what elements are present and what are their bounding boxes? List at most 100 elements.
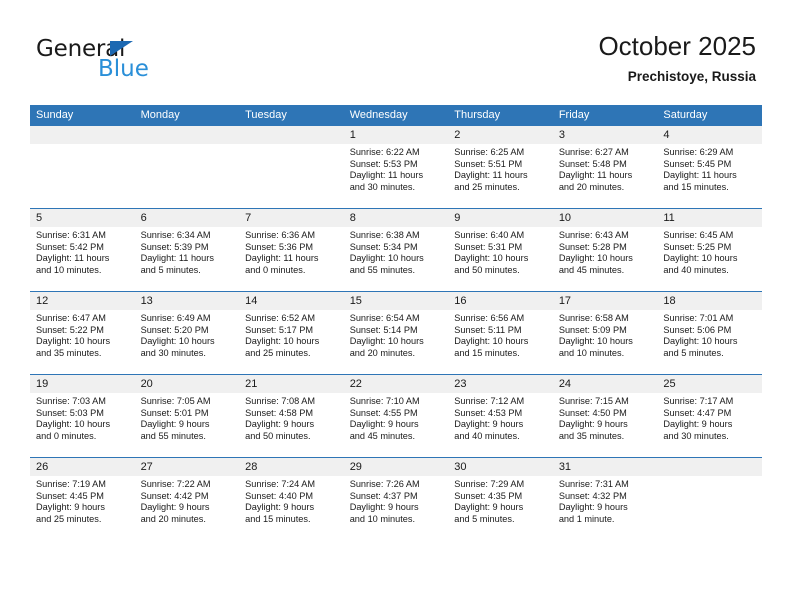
sunrise-text: Sunrise: 6:40 AM	[454, 230, 525, 240]
sunrise-text: Sunrise: 6:56 AM	[454, 313, 525, 323]
day-cell: 6 Sunrise: 6:34 AM Sunset: 5:39 PM Daylight…	[134, 208, 240, 292]
daylight-text-line1: Daylight: 10 hours	[558, 253, 633, 264]
day-cell: 12 Sunrise: 6:47 AM Sunset: 5:22 PM Dayligh…	[30, 291, 135, 375]
daylight-text-line2: and 30 minutes.	[663, 430, 729, 441]
daylight-text-line2: and 10 minutes.	[349, 513, 416, 524]
daylight-text-line2: and 20 minutes.	[349, 347, 416, 358]
day-details: Sunrise: 6:43 AM Sunset: 5:28 PM Daylight:…	[553, 227, 658, 276]
day-number: 11	[657, 209, 762, 227]
day-cell: 9 Sunrise: 6:40 AM Sunset: 5:31 PM Daylight…	[448, 208, 553, 292]
daylight-text-line2: and 40 minutes.	[663, 264, 729, 275]
sunrise-text: Sunrise: 7:12 AM	[454, 396, 525, 406]
day-details: Sunrise: 7:17 AM Sunset: 4:47 PM Daylight:…	[657, 393, 762, 442]
sunrise-text: Sunrise: 7:10 AM	[349, 396, 420, 406]
day-number: 21	[239, 375, 344, 393]
day-details: Sunrise: 7:15 AM Sunset: 4:50 PM Daylight:…	[553, 393, 658, 442]
daylight-text-line1: Daylight: 10 hours	[349, 253, 424, 264]
day-number	[657, 458, 762, 476]
daylight-text-line1: Daylight: 10 hours	[663, 336, 738, 347]
daylight-text-line1: Daylight: 9 hours	[36, 502, 105, 513]
day-cell: 5 Sunrise: 6:31 AM Sunset: 5:42 PM Daylight…	[30, 208, 135, 292]
sunset-text: Sunset: 5:51 PM	[454, 158, 523, 169]
day-details: Sunrise: 7:01 AM Sunset: 5:06 PM Daylight:…	[657, 310, 762, 359]
daylight-text-line1: Daylight: 10 hours	[140, 336, 215, 347]
day-cell: 4 Sunrise: 6:29 AM Sunset: 5:45 PM Daylight…	[657, 126, 762, 209]
sunset-text: Sunset: 4:42 PM	[140, 490, 209, 501]
sunset-text: Sunset: 5:25 PM	[663, 241, 732, 252]
title-block: October 2025 Prechistoye, Russia	[598, 30, 756, 87]
weekday-header-thursday: Thursday	[448, 105, 553, 126]
sunset-text: Sunset: 5:34 PM	[349, 241, 418, 252]
day-cell: 16 Sunrise: 6:56 AM Sunset: 5:11 PM Dayligh…	[448, 291, 553, 375]
day-number: 29	[343, 458, 449, 476]
general-blue-logo[interactable]: General Blue	[36, 36, 236, 88]
sunrise-text: Sunrise: 7:26 AM	[349, 479, 420, 489]
day-number: 13	[134, 292, 240, 310]
daylight-text-line2: and 5 minutes.	[663, 347, 724, 358]
sunset-text: Sunset: 5:09 PM	[558, 324, 627, 335]
daylight-text-line1: Daylight: 9 hours	[454, 419, 524, 430]
daylight-text-line1: Daylight: 9 hours	[558, 502, 628, 513]
daylight-text-line2: and 50 minutes.	[245, 430, 311, 441]
day-number: 25	[657, 375, 762, 393]
calendar-page: General Blue October 2025 Prechistoye, R…	[0, 0, 792, 612]
sunset-text: Sunset: 5:22 PM	[36, 324, 104, 335]
daylight-text-line1: Daylight: 9 hours	[349, 419, 419, 430]
day-cell: 19 Sunrise: 7:03 AM Sunset: 5:03 PM Dayligh…	[30, 374, 135, 458]
day-cell: 11 Sunrise: 6:45 AM Sunset: 5:25 PM Dayligh…	[657, 208, 762, 292]
daylight-text-line2: and 55 minutes.	[349, 264, 416, 275]
day-cell: 21 Sunrise: 7:08 AM Sunset: 4:58 PM Dayligh…	[239, 374, 344, 458]
sunrise-text: Sunrise: 6:49 AM	[140, 313, 211, 323]
day-details: Sunrise: 7:12 AM Sunset: 4:53 PM Daylight:…	[448, 393, 553, 442]
sunset-text: Sunset: 4:37 PM	[349, 490, 418, 501]
day-cell: 30 Sunrise: 7:29 AM Sunset: 4:35 PM Dayligh…	[448, 457, 553, 540]
sunrise-text: Sunrise: 6:27 AM	[558, 147, 629, 157]
day-number: 6	[134, 209, 240, 227]
daylight-text-line1: Daylight: 10 hours	[558, 336, 633, 347]
day-number: 9	[448, 209, 553, 227]
day-number	[239, 126, 344, 144]
calendar-head: Sunday Monday Tuesday Wednesday Thursday…	[30, 105, 762, 126]
daylight-text-line2: and 35 minutes.	[558, 430, 625, 441]
daylight-text-line1: Daylight: 9 hours	[349, 502, 419, 513]
daylight-text-line1: Daylight: 10 hours	[663, 253, 738, 264]
sunset-text: Sunset: 5:20 PM	[140, 324, 209, 335]
day-cell: 23 Sunrise: 7:12 AM Sunset: 4:53 PM Dayligh…	[448, 374, 553, 458]
daylight-text-line2: and 55 minutes.	[140, 430, 206, 441]
daylight-text-line2: and 30 minutes.	[349, 181, 416, 192]
daylight-text-line2: and 25 minutes.	[36, 513, 102, 524]
location-subtitle: Prechistoye, Russia	[627, 69, 756, 84]
daylight-text-line1: Daylight: 10 hours	[454, 336, 529, 347]
daylight-text-line2: and 45 minutes.	[558, 264, 625, 275]
sunset-text: Sunset: 5:48 PM	[558, 158, 627, 169]
sunrise-text: Sunrise: 6:29 AM	[663, 147, 734, 157]
sunrise-text: Sunrise: 6:34 AM	[140, 230, 211, 240]
day-number: 22	[343, 375, 449, 393]
day-cell: 22 Sunrise: 7:10 AM Sunset: 4:55 PM Dayligh…	[343, 374, 449, 458]
sunset-text: Sunset: 5:14 PM	[349, 324, 418, 335]
logo-text-blue: Blue	[98, 56, 149, 82]
day-number: 14	[239, 292, 344, 310]
sunrise-sunset-calendar: Sunday Monday Tuesday Wednesday Thursday…	[30, 105, 762, 540]
sunrise-text: Sunrise: 6:54 AM	[349, 313, 420, 323]
daylight-text-line1: Daylight: 9 hours	[558, 419, 628, 430]
sunrise-text: Sunrise: 7:01 AM	[663, 313, 734, 323]
daylight-text-line2: and 20 minutes.	[140, 513, 206, 524]
sunset-text: Sunset: 5:31 PM	[454, 241, 523, 252]
daylight-text-line2: and 45 minutes.	[349, 430, 416, 441]
day-cell: 10 Sunrise: 6:43 AM Sunset: 5:28 PM Dayligh…	[552, 208, 658, 292]
daylight-text-line1: Daylight: 9 hours	[454, 502, 524, 513]
daylight-text-line1: Daylight: 11 hours	[36, 253, 110, 264]
daylight-text-line2: and 15 minutes.	[245, 513, 311, 524]
day-cell: 18 Sunrise: 7:01 AM Sunset: 5:06 PM Dayligh…	[657, 291, 762, 375]
daylight-text-line2: and 35 minutes.	[36, 347, 102, 358]
day-cell: 29 Sunrise: 7:26 AM Sunset: 4:37 PM Dayligh…	[343, 457, 449, 540]
day-details: Sunrise: 6:38 AM Sunset: 5:34 PM Daylight:…	[344, 227, 449, 276]
sunrise-text: Sunrise: 7:17 AM	[663, 396, 734, 406]
daylight-text-line2: and 25 minutes.	[245, 347, 311, 358]
daylight-text-line1: Daylight: 10 hours	[454, 253, 529, 264]
sunrise-text: Sunrise: 7:08 AM	[245, 396, 316, 406]
sunrise-text: Sunrise: 6:43 AM	[558, 230, 629, 240]
daylight-text-line2: and 15 minutes.	[454, 347, 520, 358]
day-cell: 1 Sunrise: 6:22 AM Sunset: 5:53 PM Daylight…	[343, 126, 449, 209]
